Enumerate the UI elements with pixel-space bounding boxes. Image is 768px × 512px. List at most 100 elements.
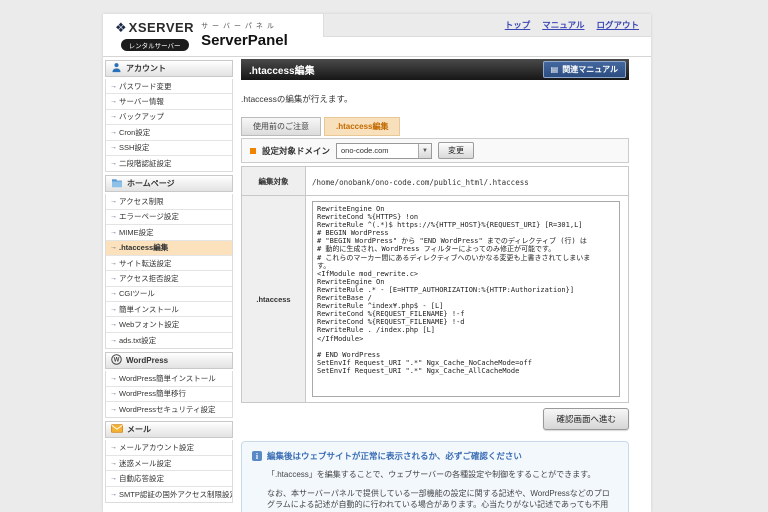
domain-selector-bar: 設定対象ドメイン ono-code.com ▼ 変更	[241, 138, 629, 163]
sidebar-item-wp-migrate[interactable]: → WordPress簡単移行	[106, 387, 232, 403]
nav-arrow-icon: →	[110, 213, 117, 221]
sidebar-section-account: アカウント	[105, 60, 233, 77]
section-title: メール	[127, 425, 151, 435]
nav-arrow-icon: →	[110, 305, 117, 313]
htaccess-label: .htaccess	[241, 195, 306, 403]
info-icon: i	[252, 451, 262, 461]
target-label: 編集対象	[241, 166, 306, 196]
tab-precautions[interactable]: 使用前のご注意	[241, 117, 321, 136]
section-title: WordPress	[126, 356, 169, 366]
tab-bar: 使用前のご注意 .htaccess編集	[241, 117, 629, 136]
tab-htaccess-edit[interactable]: .htaccess編集	[324, 117, 401, 136]
sidebar-item-site-redirect[interactable]: → サイト転送設定	[106, 256, 232, 272]
sidebar-section-homepage: ホームページ	[105, 175, 233, 193]
domain-label: 設定対象ドメイン	[262, 145, 331, 156]
header: トップ マニュアル ログアウト ❖ XSERVER レンタルサーバー サーバーパ…	[103, 14, 651, 57]
sidebar-item-wp-install[interactable]: → WordPress簡単インストール	[106, 371, 232, 387]
htaccess-textarea[interactable]: RewriteEngine On RewriteCond %{HTTPS} !o…	[312, 201, 620, 397]
nav-arrow-icon: →	[110, 144, 117, 152]
section-title: ホームページ	[127, 179, 175, 189]
sidebar-item-web-font[interactable]: → Webフォント設定	[106, 317, 232, 333]
sidebar-item-easy-install[interactable]: → 簡単インストール	[106, 302, 232, 318]
nav-arrow-icon: →	[110, 160, 117, 168]
change-domain-button[interactable]: 変更	[438, 142, 475, 159]
nav-arrow-icon: →	[110, 406, 117, 414]
section-title: アカウント	[126, 64, 166, 73]
confirm-button[interactable]: 確認画面へ進む	[543, 408, 629, 430]
info-box: i 編集後はウェブサイトが正常に表示されるか、必ずご確認ください 「.htacc…	[241, 441, 629, 512]
brand-name: XSERVER	[128, 20, 195, 35]
nav-link-logout[interactable]: ログアウト	[596, 19, 639, 31]
nav-arrow-icon: →	[110, 259, 117, 267]
sidebar-item-mime[interactable]: → MIME設定	[106, 225, 232, 241]
htaccess-form: 編集対象 /home/onobank/ono-code.com/public_h…	[241, 166, 629, 403]
domain-select[interactable]: ono-code.com ▼	[336, 142, 433, 159]
top-nav: トップ マニュアル ログアウト	[323, 14, 651, 37]
sidebar-item-password[interactable]: → パスワード変更	[106, 79, 232, 95]
info-paragraph: なお、本サーバーパネルで提供している一部機能の設定に関する記述や、WordPre…	[267, 488, 610, 512]
brand-subtitle: サーバーパネル	[201, 23, 278, 30]
table-row: 編集対象 /home/onobank/ono-code.com/public_h…	[241, 166, 629, 196]
sidebar-item-ssh[interactable]: → SSH設定	[106, 141, 232, 156]
sidebar-item-cron[interactable]: → Cron設定	[106, 125, 232, 141]
sidebar-item-error-page[interactable]: → エラーページ設定	[106, 210, 232, 226]
nav-arrow-icon: →	[110, 490, 117, 498]
main-content: .htaccess編集 ▤ 関連マニュアル .htaccessの編集が行えます。…	[241, 57, 629, 512]
info-paragraph: 「.htaccess」を編集することで、ウェブサーバーの各種設定や制御をすること…	[267, 470, 596, 479]
sidebar-item-server-info[interactable]: → サーバー情報	[106, 94, 232, 110]
nav-arrow-icon: →	[110, 82, 117, 90]
nav-arrow-icon: →	[110, 321, 117, 329]
sidebar-item-smtp-limit[interactable]: → SMTP認証の国外アクセス制限設定	[106, 487, 232, 502]
info-title: 編集後はウェブサイトが正常に表示されるか、必ずご確認ください	[267, 451, 522, 461]
page-title: .htaccess編集	[249, 66, 315, 77]
nav-arrow-icon: →	[110, 128, 117, 136]
page-title-bar: .htaccess編集 ▤ 関連マニュアル	[241, 59, 629, 80]
sidebar-item-mail-account[interactable]: → メールアカウント設定	[106, 440, 232, 456]
nav-arrow-icon: →	[110, 337, 117, 345]
nav-arrow-icon: →	[110, 98, 117, 106]
nav-arrow-icon: →	[110, 198, 117, 206]
sidebar: アカウント → パスワード変更 → サーバー情報 → バックアップ → Cron設定 →…	[105, 57, 233, 503]
nav-arrow-icon: →	[110, 474, 117, 482]
nav-arrow-icon: →	[110, 444, 117, 452]
nav-arrow-icon: →	[110, 228, 117, 236]
nav-arrow-icon: →	[110, 390, 117, 398]
sidebar-item-spam[interactable]: → 迷惑メール設定	[106, 456, 232, 472]
sidebar-item-backup[interactable]: → バックアップ	[106, 110, 232, 126]
sidebar-item-ads-txt[interactable]: → ads.txt設定	[106, 333, 232, 348]
sidebar-section-mail: メール	[105, 421, 233, 439]
sidebar-item-cgi-tools[interactable]: → CGIツール	[106, 287, 232, 303]
server-panel-window: トップ マニュアル ログアウト ❖ XSERVER レンタルサーバー サーバーパ…	[103, 14, 651, 512]
wordpress-icon: W	[111, 354, 122, 367]
nav-arrow-icon: →	[110, 374, 117, 382]
svg-text:W: W	[114, 358, 120, 364]
sidebar-item-2fa[interactable]: → 二段階認証設定	[106, 156, 232, 171]
chevron-down-icon: ▼	[418, 143, 432, 158]
related-manual-button[interactable]: ▤ 関連マニュアル	[542, 61, 626, 78]
bullet-square-icon	[250, 147, 256, 154]
xserver-diamond-icon: ❖	[115, 20, 127, 35]
nav-arrow-icon: →	[110, 113, 117, 121]
nav-arrow-icon: →	[110, 274, 117, 282]
sidebar-item-access-limit[interactable]: → アクセス制限	[106, 194, 232, 210]
nav-link-top[interactable]: トップ	[505, 19, 531, 31]
nav-link-manual[interactable]: マニュアル	[542, 19, 584, 31]
book-icon: ▤	[550, 65, 559, 74]
sidebar-item-autoreply[interactable]: → 自動応答設定	[106, 471, 232, 487]
sidebar-item-access-deny[interactable]: → アクセス拒否設定	[106, 271, 232, 287]
folder-icon	[111, 178, 123, 190]
sidebar-item-wp-security[interactable]: → WordPressセキュリティ設定	[106, 402, 232, 417]
target-path: /home/onobank/ono-code.com/public_html/.…	[312, 178, 529, 187]
user-icon	[111, 62, 122, 75]
table-row: .htaccess RewriteEngine On RewriteCond %…	[241, 195, 629, 403]
app-title: ServerPanel	[201, 32, 288, 49]
mail-icon	[111, 424, 123, 435]
nav-arrow-icon: →	[110, 459, 117, 467]
sidebar-section-wordpress: W WordPress	[105, 352, 233, 370]
nav-arrow-icon: →	[110, 290, 117, 298]
brand-logo: ❖ XSERVER レンタルサーバー サーバーパネル ServerPanel	[115, 20, 288, 53]
nav-arrow-icon: →	[110, 244, 117, 252]
page-description: .htaccessの編集が行えます。	[241, 94, 353, 104]
brand-badge: レンタルサーバー	[120, 39, 189, 51]
sidebar-item-htaccess-edit[interactable]: → .htaccess編集	[106, 240, 232, 256]
